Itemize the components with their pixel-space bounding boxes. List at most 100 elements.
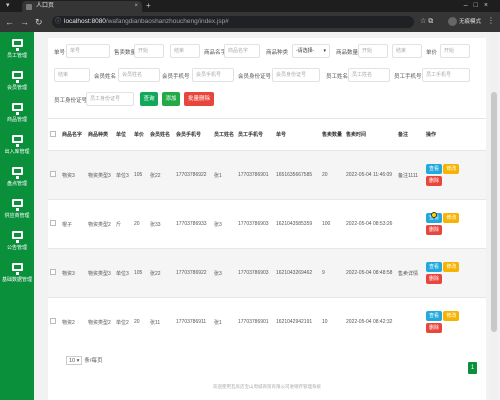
member-name-input[interactable]: 会员姓名 [118,68,160,82]
monitor-icon [11,199,23,211]
sidebar-item-goods[interactable]: 商品管理 [0,98,34,130]
filter-label-goods-qty: 商品数量 [336,50,359,56]
sidebar-item-supplier[interactable]: 供应商管理 [0,194,34,226]
forward-icon[interactable]: → [20,16,29,28]
url-host: localhost:8080 [64,18,106,25]
chevron-down-icon: ▾ [323,48,326,54]
page-size-select[interactable]: 10 ▾ [66,356,83,365]
row-checkbox[interactable] [50,269,56,275]
delete-button[interactable]: 删除 [426,274,443,284]
goods-type-select[interactable]: -请选择- ▾ [292,44,330,58]
table-cell: 1621042942191 [274,297,320,347]
sidebar-item-members[interactable]: 会员管理 [0,66,34,98]
view-button[interactable]: 查看 [426,164,443,174]
staff-idcard-input[interactable]: 员工身份证号 [86,92,134,106]
edit-button[interactable]: 修改 [443,311,460,322]
sale-qty-end-input[interactable]: 结束 [170,44,200,58]
table-cell: 20 [132,297,148,347]
column-header: 商品名字 [60,118,86,151]
staff-phone-input[interactable]: 员工手机号 [422,68,470,82]
profile-button[interactable]: 无痕模式 [448,17,481,27]
browser-tab-title: 人口页 [36,3,55,9]
goods-qty-start-input[interactable]: 开始 [358,44,388,58]
sidebar-item-staff[interactable]: 员工管理 [0,34,34,66]
table-cell: 单位2 [114,297,132,347]
row-checkbox[interactable] [50,220,56,226]
row-select-cell[interactable] [48,297,60,347]
sale-qty-start-input[interactable]: 开始 [134,44,164,58]
table-cell: 张1 [212,150,236,200]
back-icon[interactable]: ← [5,16,14,28]
query-button[interactable]: 查询 [140,92,158,106]
edit-button[interactable]: 修改 [443,164,460,174]
sidebar-item-basedata[interactable]: 基础数据管理 [0,258,34,290]
extensions-icon[interactable]: ☆ ⧉ [420,16,433,28]
sidebar-item-notice[interactable]: 公告管理 [0,226,34,258]
edit-button[interactable]: 修改 [443,262,460,272]
select-all-header[interactable] [48,118,60,151]
browser-tab[interactable]: 人口页 × [22,1,142,12]
filter-label-member-idcard: 会员身份证号 [238,74,272,80]
monitor-icon [11,231,23,243]
row-select-cell[interactable] [48,199,60,249]
favicon-icon [26,4,32,10]
view-button[interactable]: 查看 [426,311,443,322]
batch-delete-button[interactable]: 批量删除 [184,92,214,106]
mouse-cursor-icon [431,212,437,218]
page-size-value: 10 [69,358,76,364]
close-tab-icon[interactable]: × [134,1,138,12]
window-controls[interactable]: –□× [464,0,494,11]
row-select-cell[interactable] [48,150,60,200]
browser-menu-icon[interactable]: ⋮ [487,16,495,25]
table-cell: 单位3 [114,248,132,298]
order-no-input[interactable]: 单号 [66,44,110,58]
table-cell: 20 [132,199,148,249]
sidebar-item-label: 会员管理 [6,85,27,91]
pagination-current-page[interactable]: 1 [468,362,477,374]
monitor-icon [11,71,23,83]
sidebar-item-stocktake[interactable]: 盘点管理 [0,162,34,194]
delete-button[interactable]: 删除 [426,176,443,186]
tab-search-icon[interactable]: ▾ [6,1,10,11]
member-phone-input[interactable]: 会员手机号 [192,68,234,82]
table-cell: 物资2 [60,297,86,347]
row-checkbox[interactable] [50,171,56,177]
new-tab-icon[interactable]: + [146,1,151,11]
select-all-checkbox[interactable] [50,130,56,137]
edit-button[interactable]: 修改 [443,213,460,223]
goods-qty-end-input[interactable]: 结束 [392,44,422,58]
add-button[interactable]: 添加 [162,92,180,106]
sidebar-item-label: 基础数据管理 [1,277,32,283]
goods-name-input[interactable]: 商品名字 [224,44,260,58]
row-checkbox[interactable] [50,318,56,325]
table-cell: 物资类型3 [86,248,114,298]
view-button[interactable]: 查看 [426,262,443,272]
table-cell: 17703786933 [174,199,212,249]
page-scrollbar[interactable] [490,32,498,400]
table-cell: 20 [320,150,344,200]
table-row: 物资3 物资类型3 单位3 105 张22 17703786922 张1 177… [48,150,486,200]
table-row: 物资3 物资类型3 单位3 105 张22 17703786922 张3 177… [48,248,486,298]
delete-button[interactable]: 删除 [426,225,443,235]
member-idcard-input[interactable]: 会员身份证号 [272,68,320,82]
filter-label-member-name: 会员姓名 [94,74,117,80]
footer-text: 欢迎使用瓦房店宝山周城商贸有限公司进销存管理系统 [213,384,321,389]
filter-label-staff-name: 员工姓名 [326,74,349,80]
filter-label-staff-idcard: 员工身份证号 [54,98,88,104]
site-info-icon[interactable]: ⓘ [55,16,61,28]
delete-button[interactable]: 删除 [426,323,443,334]
sidebar-item-inout[interactable]: 出入库管理 [0,130,34,162]
table-cell: 物资类型3 [86,150,114,200]
reload-icon[interactable]: ↻ [35,16,43,28]
table-header-row: 商品名字 商品种类 单位 单价 会员姓名 会员手机号 员工姓名 员工手机号 单号… [48,118,486,151]
table-cell: 2022-05-04 08:53:26 [344,199,396,249]
price-end-input[interactable]: 结束 [54,68,90,82]
scrollbar-thumb[interactable] [491,92,497,332]
address-bar[interactable]: ⓘ localhost:8080/wafangdianbaoshanzhouch… [52,16,414,28]
staff-name-input[interactable]: 员工姓名 [348,68,390,82]
row-select-cell[interactable] [48,248,60,298]
price-start-input[interactable]: 开始 [440,44,470,58]
page-size-suffix: 条/每页 [84,358,103,364]
table-cell: 张22 [148,150,174,200]
monitor-icon [11,39,23,51]
